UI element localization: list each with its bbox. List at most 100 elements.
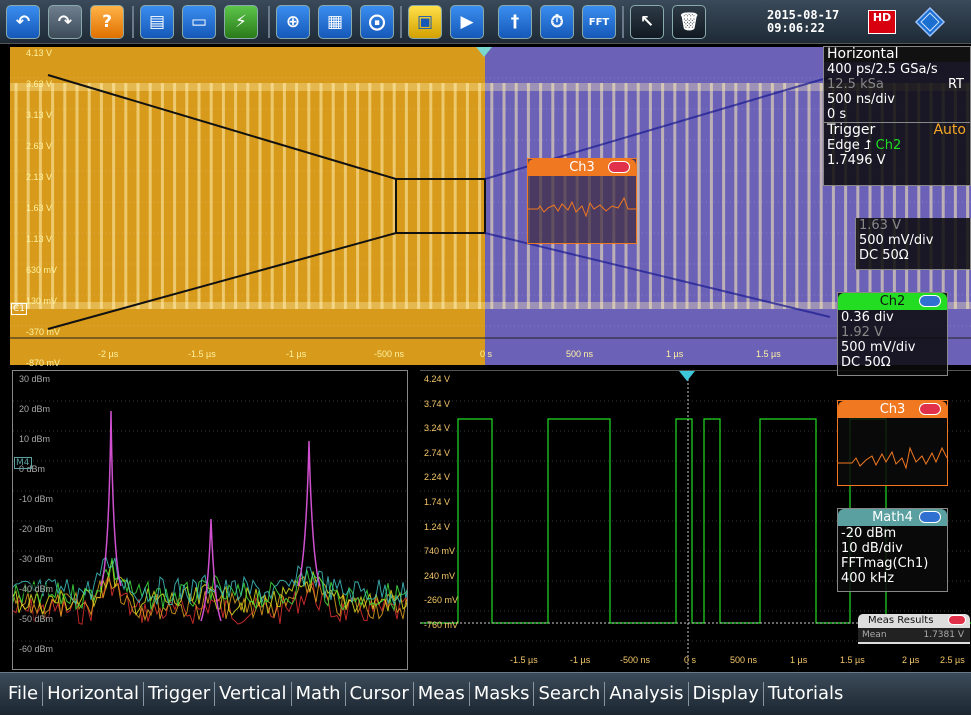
histogram-icon[interactable]: ▣ (408, 5, 442, 39)
mask-icon[interactable]: ▶ (450, 5, 484, 39)
trigger-mode: Auto (933, 122, 966, 138)
horizontal-title: Horizontal (824, 47, 970, 62)
x-axis-label: -1.5 µs (188, 349, 216, 359)
ch3-popup-title: Ch3 (569, 160, 595, 175)
menu-analysis[interactable]: Analysis (605, 682, 689, 706)
open-folder-icon[interactable]: ▭ (182, 5, 216, 39)
binoculars-icon[interactable]: ▦ (318, 5, 352, 39)
fft-diagram[interactable]: 30 dBm 20 dBm 10 dBm 0 dBm -10 dBm -20 dBm -30… (12, 370, 408, 670)
y-axis-label: 4.13 V (26, 48, 53, 58)
fft-y-axis-label: -30 dBm (19, 554, 54, 564)
horizontal-scale: 500 ns/div (827, 92, 895, 107)
fft-y-axis-label: -60 dBm (19, 644, 54, 654)
horizontal-position: 0 s (827, 107, 847, 122)
menu-math[interactable]: Math (292, 682, 346, 706)
help-icon[interactable]: ? (90, 5, 124, 39)
x-axis-label: -1 µs (286, 349, 307, 359)
ch3-info-panel[interactable]: Ch3 (837, 400, 948, 486)
ch3-preview-waveform (838, 446, 948, 470)
trigger-type: Edge (827, 138, 860, 153)
ch2-x-axis-label: 500 ns (730, 655, 758, 665)
toolbar-separator (622, 6, 624, 38)
ch2-x-axis-label: -1 µs (570, 655, 591, 665)
fft-y-axis-label: -40 dBm (19, 584, 54, 594)
menu-meas[interactable]: Meas (414, 682, 470, 706)
x-axis-label: 1.5 µs (756, 349, 781, 359)
timer-icon[interactable]: ⏱ (540, 5, 574, 39)
menu-file[interactable]: File (4, 682, 44, 706)
menu-display[interactable]: Display (689, 682, 764, 706)
menu-horizontal[interactable]: Horizontal (43, 682, 145, 706)
ch1-scale: 500 mV/div (859, 233, 934, 248)
ch2-x-axis-label: 1.5 µs (840, 655, 865, 665)
ch2-y-axis-label: 740 mV (424, 546, 456, 557)
ch1-info-panel[interactable]: 1.63 V 500 mV/div DC 50Ω (855, 218, 971, 270)
toolbar-separator (268, 6, 270, 38)
trigger-marker-icon[interactable] (679, 371, 697, 383)
ch2-x-axis-label: -1.5 µs (510, 655, 538, 665)
horizontal-record: 12.5 kSa (827, 77, 884, 92)
ch1-coupling: DC 50Ω (859, 248, 909, 263)
menu-tutorials[interactable]: Tutorials (764, 682, 848, 706)
trigger-position-marker[interactable] (476, 47, 494, 59)
channel1-marker[interactable]: C1 (11, 303, 28, 315)
fft-y-axis-label: -20 dBm (19, 524, 54, 534)
undo-icon[interactable]: ↶ (6, 5, 40, 39)
delete-icon[interactable]: 🗑 (672, 5, 706, 39)
ch3-preview-popup[interactable]: Ch3 (527, 158, 637, 244)
redo-icon[interactable]: ↷ (48, 5, 82, 39)
ch2-x-axis-label: 1 µs (790, 655, 808, 665)
fft-y-axis-label: 30 dBm (19, 374, 51, 384)
minimize-icon[interactable] (919, 511, 941, 523)
ch2-y-axis-label: 3.74 V (424, 398, 451, 409)
close-icon[interactable] (948, 615, 966, 625)
ch2-offset: 1.92 V (841, 325, 883, 340)
y-axis-label: -870 mV (26, 358, 61, 368)
minimize-icon[interactable] (919, 295, 941, 307)
x-axis-label: 1 µs (666, 349, 684, 359)
ch2-y-axis-label: 1.24 V (424, 521, 451, 532)
meas-label: Mean (862, 630, 887, 640)
fft-icon[interactable]: FFT (582, 5, 616, 39)
y-axis-label: -370 mV (26, 327, 61, 337)
x-axis-label: 0 s (480, 349, 493, 359)
math4-ref: -20 dBm (841, 526, 897, 541)
ch2-y-axis-label: 3.24 V (424, 423, 451, 434)
ch2-y-axis-label: 2.74 V (424, 447, 451, 458)
autoset-icon[interactable]: ⚡ (224, 5, 258, 39)
ch2-info-panel[interactable]: Ch2 0.36 div 1.92 V 500 mV/div DC 50Ω (837, 292, 948, 376)
menu-bar: File Horizontal Trigger Vertical Math Cursor M… (0, 672, 971, 715)
toolbar-separator (132, 6, 134, 38)
ch3-title: Ch3 (879, 402, 906, 417)
trigger-source: Ch2 (875, 138, 902, 153)
meas-results-panel[interactable]: Meas Results Mean 1.7381 V (858, 614, 970, 644)
math4-info-panel[interactable]: Math4 -20 dBm 10 dB/div FFTmag(Ch1) 400 … (837, 508, 948, 592)
menu-search[interactable]: Search (534, 682, 606, 706)
y-axis-label: 3.63 V (26, 79, 53, 89)
math4-marker[interactable]: M4 (14, 457, 32, 469)
menu-cursor[interactable]: Cursor (346, 682, 414, 706)
hd-badge[interactable]: HD (868, 10, 896, 34)
horizontal-trigger-panel[interactable]: Horizontal 400 ps/2.5 GSa/s 12.5 kSa RT … (823, 46, 971, 186)
fft-y-axis-label: 20 dBm (19, 404, 51, 414)
measure-icon[interactable]: ⨀ (360, 5, 394, 39)
close-icon[interactable] (919, 403, 941, 415)
close-icon[interactable] (608, 161, 630, 173)
fft-y-axis-label: -10 dBm (19, 494, 54, 504)
cursor-icon[interactable]: † (498, 5, 532, 39)
menu-trigger[interactable]: Trigger (144, 682, 216, 706)
menu-masks[interactable]: Masks (470, 682, 535, 706)
ch2-y-axis-label: 4.24 V (424, 374, 451, 384)
x-axis-label: -2 µs (98, 349, 119, 359)
zoom-icon[interactable]: ⊕ (276, 5, 310, 39)
pointer-icon[interactable]: ↖ (630, 5, 664, 39)
ch2-pos: 0.36 div (841, 310, 894, 325)
math4-title: Math4 (872, 510, 913, 525)
horizontal-mode: RT (947, 77, 964, 92)
rohde-schwarz-logo-icon[interactable] (914, 6, 946, 38)
ch2-y-axis-label: -260 mV (424, 595, 459, 606)
clock: 2015-08-17 09:06:22 (767, 9, 839, 35)
menu-vertical[interactable]: Vertical (215, 682, 292, 706)
setup-icon[interactable]: ▤ (140, 5, 174, 39)
ch2-y-axis-label: 2.24 V (424, 472, 451, 483)
